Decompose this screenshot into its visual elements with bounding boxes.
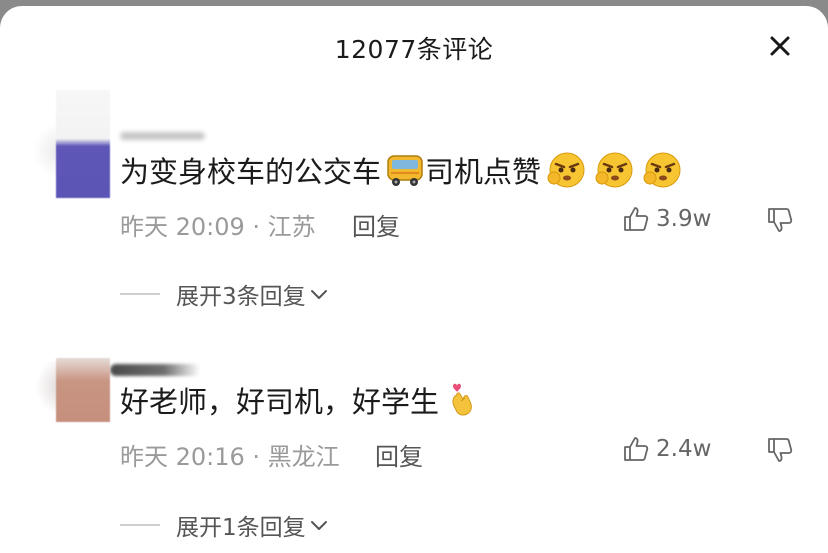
divider: [120, 524, 160, 526]
comment-meta: 昨天 20:16 · 黑龙江: [120, 443, 340, 471]
angry-face-icon: [643, 152, 681, 188]
avatar[interactable]: [56, 90, 110, 198]
comment-body-continued: 司机点赞: [425, 155, 542, 189]
thumbs-down-icon: [768, 208, 793, 232]
thumbs-down-icon: [768, 438, 793, 462]
divider: [120, 293, 160, 295]
close-icon: [770, 36, 790, 56]
comment-meta: 昨天 20:09 · 江苏: [120, 213, 316, 241]
like-button[interactable]: 3.9w: [622, 205, 711, 233]
expand-replies-button[interactable]: 展开1条回复: [120, 508, 330, 542]
close-button[interactable]: [764, 30, 796, 62]
comment-body: 为变身校车的公交车: [120, 155, 382, 189]
finger-heart-icon: [452, 383, 472, 416]
like-count: 2.4w: [656, 436, 712, 462]
avatar[interactable]: [56, 358, 110, 422]
expand-replies-label: 展开3条回复: [176, 284, 306, 310]
username-blurred: [120, 132, 205, 140]
comment-text: 好老师，好司机，好学生: [120, 379, 479, 421]
chevron-down-icon: [310, 521, 327, 530]
expand-replies-button[interactable]: 展开3条回复: [120, 277, 330, 311]
reply-button[interactable]: 回复: [375, 437, 423, 472]
dislike-button[interactable]: [766, 436, 794, 468]
comments-count-title: 12077条评论: [334, 35, 494, 64]
comments-sheet: 12077条评论 为变身校车的公交车 司机点赞 昨天 20:09 · 江苏 回复…: [0, 6, 828, 553]
expand-replies-label: 展开1条回复: [176, 515, 306, 541]
reply-button[interactable]: 回复: [352, 207, 400, 242]
like-button[interactable]: 2.4w: [622, 435, 711, 463]
username-blurred: [110, 364, 200, 376]
comment-text: 为变身校车的公交车 司机点赞: [120, 149, 685, 191]
thumbs-up-icon: [624, 207, 649, 231]
comment-body: 好老师，好司机，好学生: [120, 385, 440, 419]
bus-icon: [387, 155, 423, 186]
dislike-button[interactable]: [766, 206, 794, 238]
angry-face-icon: [547, 152, 585, 188]
angry-face-icon: [595, 152, 633, 188]
thumbs-up-icon: [624, 437, 649, 461]
like-count: 3.9w: [656, 206, 712, 232]
chevron-down-icon: [310, 290, 327, 299]
